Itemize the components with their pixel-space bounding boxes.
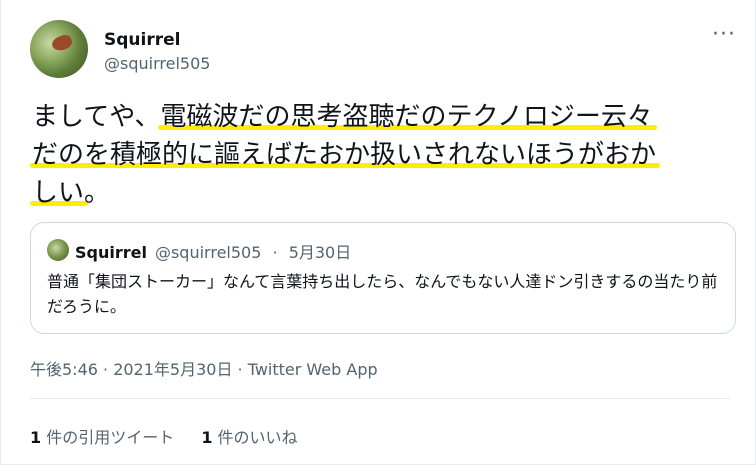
quoted-avatar [47, 239, 69, 261]
quoted-tweet[interactable]: Squirrel @squirrel505 · 5月30日 普通「集団ストーカー」… [30, 222, 736, 334]
tweet-text-highlight: しい [32, 178, 85, 208]
tweet-text-highlight: 電磁波だの思考盗聴だのテクノロジー云々 [160, 102, 653, 132]
like-count: 1 [201, 428, 213, 447]
tweet-line-2: だのを積極的に謳えばたおか扱いされないほうがおか [32, 136, 732, 174]
quote-label: 件の引用ツイート [41, 428, 175, 447]
quoted-date: 5月30日 [288, 243, 352, 262]
tweet-stats: 1 件の引用ツイート 1 件のいいね [30, 424, 320, 448]
tweet-line-3: しい。 [32, 174, 732, 212]
quoted-header: Squirrel @squirrel505 · 5月30日 [75, 239, 351, 263]
tweet-text-highlight: だのを積極的に謳えばたおか扱いされないほうがおか [32, 140, 657, 170]
quoted-handle: @squirrel505 [154, 243, 262, 262]
quote-count: 1 [30, 428, 42, 447]
more-horizontal-icon[interactable]: ··· [712, 22, 736, 47]
tweet-timestamp[interactable]: 午後5:46 · 2021年5月30日 · Twitter Web App [30, 356, 378, 380]
tweet-text: ましてや、電磁波だの思考盗聴だのテクノロジー云々 だのを積極的に謳えばたおか扱い… [32, 98, 732, 212]
author-handle[interactable]: @squirrel505 [104, 54, 210, 73]
avatar[interactable] [30, 20, 88, 78]
divider [30, 398, 730, 399]
like-label: 件のいいね [212, 428, 298, 447]
likes-stat[interactable]: 1 件のいいね [201, 424, 297, 448]
quoted-text: 普通「集団ストーカー」なんて言葉持ち出したら、なんでもない人達ドン引きするの当た… [47, 272, 718, 316]
tweet-line-1: ましてや、電磁波だの思考盗聴だのテクノロジー云々 [32, 98, 732, 136]
quoted-separator: · [272, 243, 278, 262]
author-display-name[interactable]: Squirrel [104, 30, 180, 50]
tweet-text-plain: ましてや、 [32, 102, 161, 132]
tweet-text-tail: 。 [84, 178, 111, 208]
quoted-display-name: Squirrel [75, 243, 147, 262]
squirrel-image [50, 33, 74, 53]
quote-tweets-stat[interactable]: 1 件の引用ツイート [30, 424, 174, 448]
